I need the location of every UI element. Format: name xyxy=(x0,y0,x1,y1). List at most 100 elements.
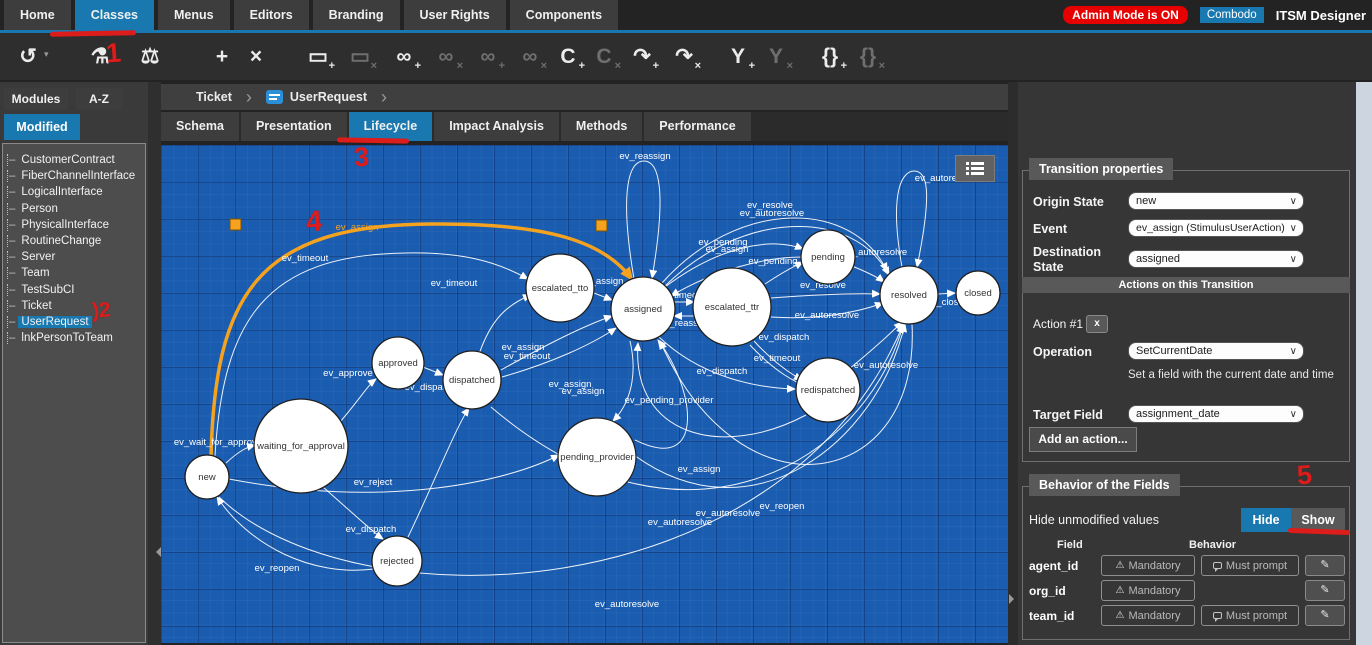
edit-behavior-button[interactable]: ✎ xyxy=(1305,605,1345,626)
origin-state-select[interactable]: new∨ xyxy=(1128,192,1304,210)
left-splitter[interactable] xyxy=(148,82,161,645)
destination-state-label: Destination State xyxy=(1033,245,1103,275)
field-add-icon[interactable]: ▭+ xyxy=(300,41,336,73)
sidebar-item-logicalinterface[interactable]: –LogicalInterface xyxy=(7,184,145,200)
sidebar-item-label: LogicalInterface xyxy=(18,186,105,198)
tab-impact-analysis[interactable]: Impact Analysis xyxy=(434,112,559,141)
mandatory-chip[interactable]: ⚠Mandatory xyxy=(1101,580,1195,601)
lifecycle-canvas[interactable]: ev_assignev_timeoutev_timeoutev_approvee… xyxy=(161,145,1008,643)
undo-icon[interactable]: ↺ xyxy=(10,41,46,73)
sidebar-item-server[interactable]: –Server xyxy=(7,249,145,265)
diagram-list-view-button[interactable] xyxy=(955,155,995,182)
sidebar-item-ticket[interactable]: –Ticket xyxy=(7,298,145,314)
list-icon xyxy=(966,172,984,175)
right-splitter[interactable] xyxy=(1008,82,1018,645)
sidebar-item-routinechange[interactable]: –RoutineChange xyxy=(7,233,145,249)
link-add-icon[interactable]: ∞+ xyxy=(386,41,422,73)
doc-tabs: SchemaPresentationLifecycleImpact Analys… xyxy=(161,112,1008,141)
toolbar: ▾ ↺⚗⚖+×▭+▭×∞+∞×∞+∞×C+C×↷+↷×Y+Y×{}+{}× xyxy=(0,33,1372,80)
sidebar-item-userrequest[interactable]: –UserRequest xyxy=(7,314,145,330)
edge-handle[interactable] xyxy=(230,219,241,230)
mandatory-chip[interactable]: ⚠Mandatory xyxy=(1101,555,1195,576)
delete-icon[interactable]: × xyxy=(238,41,274,73)
nav-tab-classes[interactable]: Classes xyxy=(75,0,154,30)
add-action-button[interactable]: Add an action... xyxy=(1029,427,1137,452)
app-title: ITSM Designer xyxy=(1276,8,1368,23)
hide-unmodified-label: Hide unmodified values xyxy=(1029,513,1159,527)
transition-delete-icon[interactable]: ↷× xyxy=(666,41,702,73)
sidebar-tab-modified[interactable]: Modified xyxy=(4,114,80,140)
sidebar-item-team[interactable]: –Team xyxy=(7,265,145,281)
state-label-dispatched: dispatched xyxy=(449,375,495,386)
transition-edge-ev_timeout[interactable] xyxy=(750,345,805,386)
transition-edge-ev_approve[interactable] xyxy=(340,379,376,422)
breadcrumb-userrequest[interactable]: UserRequest xyxy=(290,90,367,104)
new-class-flask-icon[interactable]: ⚗ xyxy=(82,41,118,73)
must-prompt-chip[interactable]: Must prompt xyxy=(1201,605,1299,626)
mandatory-chip[interactable]: ⚠Mandatory xyxy=(1101,605,1195,626)
nav-tab-editors[interactable]: Editors xyxy=(234,0,309,30)
sidebar-item-lnkpersontoteam[interactable]: –lnkPersonToTeam xyxy=(7,330,145,346)
must-prompt-chip[interactable]: Must prompt xyxy=(1201,555,1299,576)
sidebar-item-person[interactable]: –Person xyxy=(7,201,145,217)
transition-edge-ev_assign[interactable] xyxy=(594,293,612,300)
combodo-badge[interactable]: Combodo xyxy=(1200,7,1264,23)
actions-on-transition-header: Actions on this Transition xyxy=(1022,277,1350,293)
edit-behavior-button[interactable]: ✎ xyxy=(1305,580,1345,601)
tab-lifecycle[interactable]: Lifecycle xyxy=(349,112,433,141)
transition-edge-ev_dispatch[interactable] xyxy=(423,367,443,375)
tree-branch-icon: – xyxy=(7,251,15,263)
transition-edge-ev_reassign[interactable] xyxy=(627,161,660,279)
edge-label-ev_assign: ev_assign xyxy=(562,386,605,397)
edge-label-ev_reopen: ev_reopen xyxy=(255,563,300,574)
tab-performance[interactable]: Performance xyxy=(644,112,750,141)
edit-behavior-button[interactable]: ✎ xyxy=(1305,555,1345,576)
nav-tab-components[interactable]: Components xyxy=(510,0,618,30)
operation-select[interactable]: SetCurrentDate∨ xyxy=(1128,342,1304,360)
sidebar-item-label: Person xyxy=(18,203,60,215)
sidebar-item-customercontract[interactable]: –CustomerContract xyxy=(7,152,145,168)
edge-label-ev_wait_for_approval: ev_wait_for_approval xyxy=(174,437,264,448)
behavior-rows: agent_id⚠MandatoryMust prompt✎org_id⚠Man… xyxy=(1029,553,1347,628)
transition-edge-ev_close[interactable] xyxy=(938,293,955,294)
destination-state-select[interactable]: assigned∨ xyxy=(1128,250,1304,268)
state-label-approved: approved xyxy=(378,358,418,369)
sidebar-tab-modules[interactable]: Modules xyxy=(4,88,68,110)
braces-add-icon[interactable]: {}+ xyxy=(812,41,848,73)
transition-edge-ev_dispatch[interactable] xyxy=(408,408,469,537)
sidebar-item-physicalinterface[interactable]: –PhysicalInterface xyxy=(7,217,145,233)
sidebar-item-testsubci[interactable]: –TestSubCI xyxy=(7,282,145,298)
nav-tab-branding[interactable]: Branding xyxy=(313,0,400,30)
class-tree: –CustomerContract–FiberChannelInterface–… xyxy=(2,143,146,643)
compare-scales-icon[interactable]: ⚖ xyxy=(132,41,168,73)
tab-methods[interactable]: Methods xyxy=(561,112,642,141)
sidebar-tab-az[interactable]: A-Z xyxy=(76,88,122,110)
edge-handle[interactable] xyxy=(596,220,607,231)
target-field-select[interactable]: assignment_date∨ xyxy=(1128,405,1304,423)
transition-edge-ev_autoresolve[interactable] xyxy=(852,266,884,282)
event-select[interactable]: ev_assign (StimulusUserAction)∨ xyxy=(1128,219,1304,237)
nav-tab-home[interactable]: Home xyxy=(4,0,71,30)
nav-tab-user-rights[interactable]: User Rights xyxy=(404,0,506,30)
field-name: org_id xyxy=(1029,584,1095,598)
transition-edge-ev_pending_provider[interactable] xyxy=(613,341,633,421)
remove-action-button[interactable]: x xyxy=(1086,315,1108,333)
sidebar-item-fiberchannelinterface[interactable]: –FiberChannelInterface xyxy=(7,168,145,184)
add-icon[interactable]: + xyxy=(204,41,240,73)
transition-edge-ev_resolve[interactable] xyxy=(771,294,880,298)
hide-button[interactable]: Hide xyxy=(1241,508,1291,532)
properties-panel: Transition properties Origin State new∨ … xyxy=(1018,82,1356,645)
tab-schema[interactable]: Schema xyxy=(161,112,239,141)
collapse-left-icon[interactable] xyxy=(151,547,161,557)
breadcrumb-ticket[interactable]: Ticket xyxy=(196,90,232,104)
show-button[interactable]: Show xyxy=(1291,508,1345,532)
nav-tab-menus[interactable]: Menus xyxy=(158,0,230,30)
speech-bubble-icon xyxy=(1213,612,1222,619)
stimulus-add-icon[interactable]: C+ xyxy=(550,41,586,73)
transition-add-icon[interactable]: ↷+ xyxy=(624,41,660,73)
hierarchy-add-icon[interactable]: Y+ xyxy=(720,41,756,73)
chevron-right-icon: › xyxy=(381,87,387,108)
vertical-scrollbar[interactable] xyxy=(1356,82,1372,645)
tab-presentation[interactable]: Presentation xyxy=(241,112,347,141)
chevron-down-icon: ∨ xyxy=(1290,407,1297,423)
